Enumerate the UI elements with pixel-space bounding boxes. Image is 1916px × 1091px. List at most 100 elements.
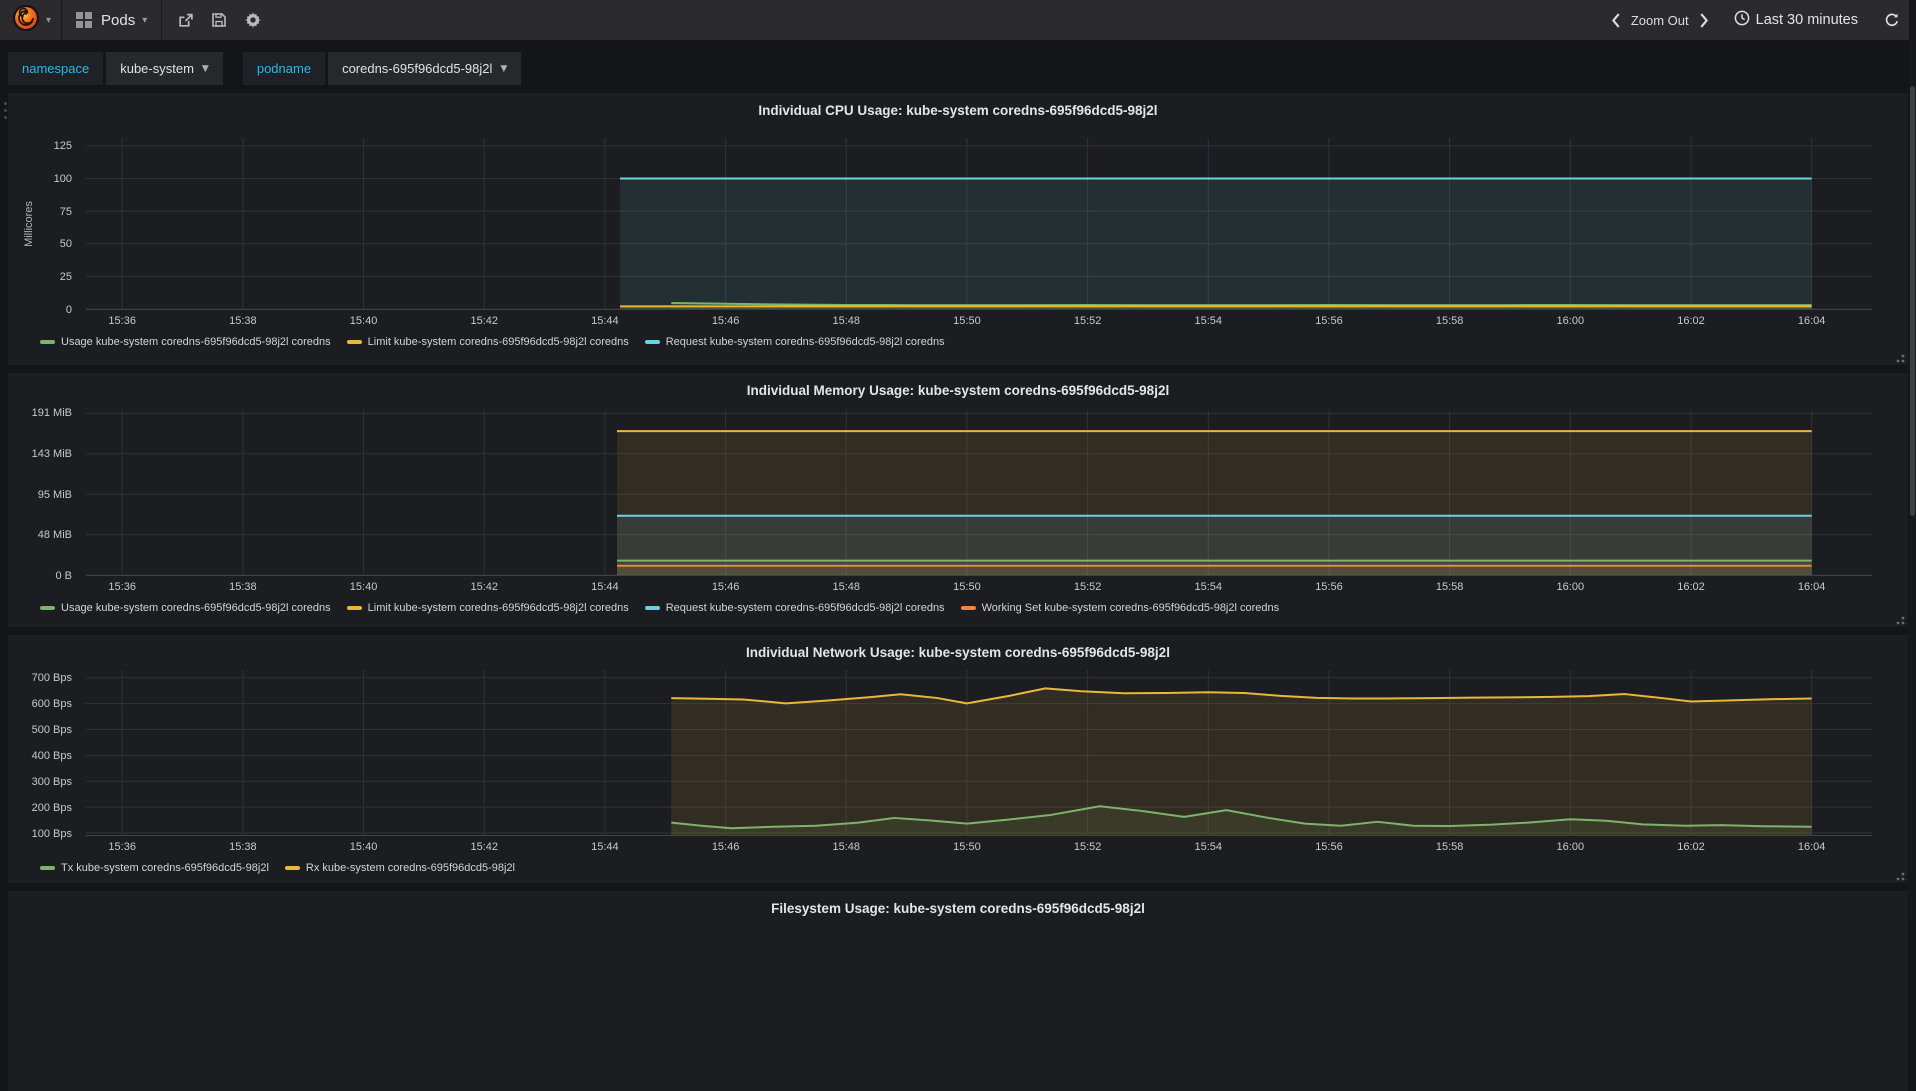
x-axis-tick-label: 15:54 (1194, 315, 1223, 327)
x-axis-tick-label: 15:46 (711, 315, 740, 327)
plot-area[interactable] (86, 410, 1872, 576)
x-axis: 15:36 15:38 15:40 15:42 15:44 15:46 15:48 15:50… (86, 312, 1872, 330)
x-axis-tick-label: 15:44 (591, 581, 619, 593)
plot-area[interactable] (86, 138, 1872, 310)
legend-series-color (346, 606, 362, 610)
variable-namespace-label: namespace (8, 52, 104, 85)
legend-item[interactable]: Request kube-system coredns-695f96dcd5-9… (644, 602, 945, 614)
x-axis-tick-label: 16:00 (1556, 841, 1585, 853)
legend-series-label: Limit kube-system coredns-695f96dcd5-98j… (367, 602, 629, 614)
save-icon[interactable] (202, 0, 236, 40)
plot-area[interactable] (86, 670, 1872, 836)
x-axis-tick-label: 15:40 (349, 315, 378, 327)
dashboard-title: Pods (101, 11, 136, 29)
variable-podname-value: coredns-695f96dcd5-98j2l (342, 61, 493, 76)
legend-item[interactable]: Rx kube-system coredns-695f96dcd5-98j2l (284, 862, 515, 874)
time-shift-forward-button[interactable] (1699, 12, 1710, 28)
panel-title[interactable]: Filesystem Usage: kube-system coredns-69… (8, 891, 1908, 922)
y-axis-tick-label: 100 (53, 172, 72, 185)
y-axis-tick-label: 75 (59, 205, 72, 218)
grafana-main-menu[interactable]: ▾ (0, 0, 63, 40)
x-axis-tick-label: 15:50 (953, 315, 981, 327)
panel-title[interactable]: Individual Memory Usage: kube-system cor… (8, 373, 1908, 404)
y-axis-tick-label: 0 B (55, 570, 72, 582)
x-axis-tick-label: 15:38 (229, 841, 257, 853)
legend-item[interactable]: Tx kube-system coredns-695f96dcd5-98j2l (40, 862, 269, 874)
x-axis: 15:36 15:38 15:40 15:42 15:44 15:46 15:48 15:50… (86, 578, 1872, 596)
legend-series-color (40, 606, 55, 610)
legend: Tx kube-system coredns-695f96dcd5-98j2l R… (8, 862, 1908, 884)
x-axis-tick-label: 15:56 (1315, 841, 1343, 853)
y-axis-tick-label: 0 (65, 304, 72, 316)
panel-resize-handle[interactable] (1894, 613, 1906, 625)
scrollbar-thumb[interactable] (1910, 86, 1915, 516)
legend-item[interactable]: Request kube-system coredns-695f96dcd5-9… (644, 336, 945, 348)
legend-series-color (284, 866, 300, 870)
navbar: ▾ Pods ▾ Zoom Out Last 30 minutes (0, 0, 1916, 40)
legend-series-color (40, 866, 55, 870)
panel-filesystem-usage: Filesystem Usage: kube-system coredns-69… (8, 891, 1908, 1091)
settings-gear-icon[interactable] (236, 0, 270, 40)
chevron-down-icon: ▾ (46, 14, 52, 26)
legend-item[interactable]: Limit kube-system coredns-695f96dcd5-98j… (346, 602, 629, 614)
x-axis-tick-label: 15:58 (1435, 841, 1464, 853)
legend-series-label: Usage kube-system coredns-695f96dcd5-98j… (61, 336, 331, 348)
x-axis-tick-label: 15:42 (470, 315, 498, 327)
panel-title[interactable]: Individual CPU Usage: kube-system coredn… (8, 93, 1908, 124)
y-axis-tick-label: 300 Bps (31, 775, 72, 788)
legend-series-label: Rx kube-system coredns-695f96dcd5-98j2l (305, 862, 515, 874)
panel-title[interactable]: Individual Network Usage: kube-system co… (8, 635, 1908, 666)
x-axis-tick-label: 15:46 (711, 581, 740, 593)
x-axis-tick-label: 15:44 (591, 315, 619, 327)
x-axis-tick-label: 16:02 (1677, 841, 1705, 853)
legend-series-label: Usage kube-system coredns-695f96dcd5-98j… (61, 602, 331, 614)
legend-series-color (346, 340, 362, 344)
legend-series-color (644, 340, 660, 344)
share-icon[interactable] (168, 0, 202, 40)
dashboard-body: Individual CPU Usage: kube-system coredn… (0, 89, 1916, 1091)
x-axis-tick-label: 15:40 (349, 581, 378, 593)
legend-item[interactable]: Usage kube-system coredns-695f96dcd5-98j… (40, 336, 331, 348)
y-axis-tick-label: 25 (59, 271, 72, 284)
y-axis: 0 B 48 MiB 95 MiB 143 MiB 191 MiB (8, 407, 80, 582)
panel-network-usage: Individual Network Usage: kube-system co… (8, 635, 1908, 883)
variable-namespace-dropdown[interactable]: kube-system ▼ (106, 52, 223, 85)
x-axis-tick-label: 15:58 (1435, 315, 1464, 327)
x-axis-tick-label: 15:36 (108, 581, 136, 593)
y-axis: 0 25 50 75 100 125 (8, 138, 80, 316)
variable-namespace-value: kube-system (120, 61, 194, 76)
x-axis-tick-label: 15:52 (1073, 315, 1102, 327)
time-range-picker[interactable]: Last 30 minutes (1734, 10, 1858, 31)
time-shift-back-button[interactable] (1610, 12, 1621, 28)
x-axis-tick-label: 16:00 (1556, 581, 1585, 593)
panel-memory-usage: Individual Memory Usage: kube-system cor… (8, 373, 1908, 627)
x-axis: 15:36 15:38 15:40 15:42 15:44 15:46 15:48 15:50… (86, 838, 1872, 856)
legend-item[interactable]: Working Set kube-system coredns-695f96dc… (960, 602, 1279, 614)
x-axis-tick-label: 15:58 (1435, 581, 1464, 593)
x-axis-tick-label: 16:04 (1797, 315, 1826, 327)
clock-icon (1734, 10, 1750, 31)
legend-item[interactable]: Limit kube-system coredns-695f96dcd5-98j… (346, 336, 629, 348)
panel-resize-handle[interactable] (1894, 351, 1906, 363)
x-axis-tick-label: 15:36 (108, 841, 136, 853)
chevron-down-icon: ▼ (201, 63, 209, 74)
x-axis-tick-label: 16:02 (1677, 581, 1705, 593)
zoom-out-button[interactable]: Zoom Out (1631, 13, 1689, 28)
dashboard-picker[interactable]: Pods ▾ (62, 0, 163, 40)
legend-series-label: Limit kube-system coredns-695f96dcd5-98j… (367, 336, 629, 348)
y-axis-tick-label: 143 MiB (31, 448, 72, 461)
variable-podname: podname coredns-695f96dcd5-98j2l ▼ (242, 52, 522, 85)
legend-series-color (40, 340, 55, 344)
legend-series-label: Request kube-system coredns-695f96dcd5-9… (665, 336, 945, 348)
x-axis-tick-label: 15:42 (470, 841, 498, 853)
panel-resize-handle[interactable] (1894, 869, 1906, 881)
template-variables-row: namespace kube-system ▼ podname coredns-… (0, 40, 1916, 89)
legend-item[interactable]: Usage kube-system coredns-695f96dcd5-98j… (40, 602, 331, 614)
x-axis-tick-label: 15:36 (108, 315, 136, 327)
x-axis-tick-label: 16:04 (1797, 581, 1826, 593)
legend-series-label: Request kube-system coredns-695f96dcd5-9… (665, 602, 945, 614)
x-axis-tick-label: 15:54 (1194, 841, 1223, 853)
y-axis-tick-label: 100 Bps (31, 827, 72, 840)
refresh-icon[interactable] (1884, 12, 1900, 28)
variable-podname-dropdown[interactable]: coredns-695f96dcd5-98j2l ▼ (328, 52, 522, 85)
